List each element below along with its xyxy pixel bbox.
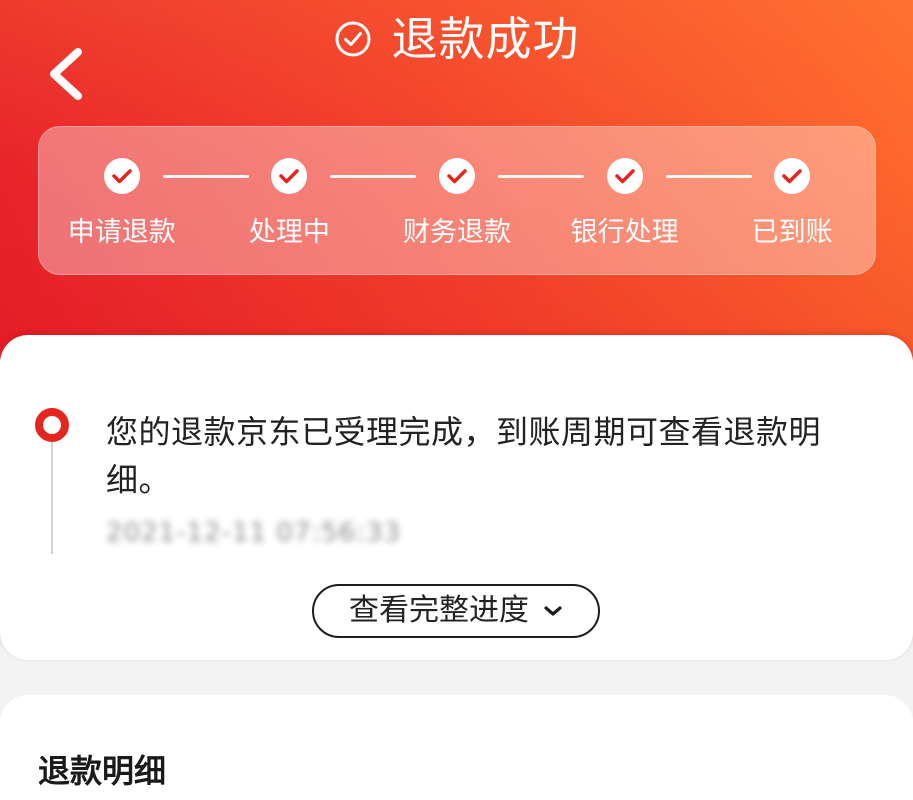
page-title-row: 退款成功: [0, 12, 913, 66]
progress-step-label: 银行处理: [570, 217, 679, 248]
refund-detail-title: 退款明细: [38, 752, 167, 790]
progress-step-finance-refund: 财务退款: [373, 126, 541, 275]
refund-status-card: 您的退款京东已受理完成，到账周期可查看退款明细。 2021-12-11 07:5…: [0, 335, 913, 660]
view-full-progress-label: 查看完整进度: [349, 593, 529, 628]
progress-step-apply: 申请退款: [38, 126, 206, 275]
view-full-progress-button[interactable]: 查看完整进度: [312, 584, 600, 638]
page-title: 退款成功: [391, 12, 580, 66]
progress-step-label: 已到账: [751, 217, 833, 248]
refund-success-page: 退款成功 申请退款 处理中 财务退款 银行处理 已到账 您的退款京东已受理完成，…: [0, 0, 913, 800]
timeline-dot-icon: [35, 408, 69, 442]
progress-step-credited: 已到账: [708, 126, 876, 275]
progress-step-label: 处理中: [248, 217, 330, 248]
check-icon: [270, 157, 308, 195]
check-circle-icon: [334, 20, 372, 58]
check-icon: [606, 157, 644, 195]
status-message: 您的退款京东已受理完成，到账周期可查看退款明细。: [106, 413, 822, 499]
status-timestamp: 2021-12-11 07:56:33: [106, 518, 402, 548]
progress-step-label: 财务退款: [402, 217, 511, 248]
timeline-line: [51, 442, 53, 554]
progress-step-label: 申请退款: [67, 217, 176, 248]
check-icon: [103, 157, 141, 195]
check-icon: [773, 157, 811, 195]
refund-progress-tracker: 申请退款 处理中 财务退款 银行处理 已到账: [38, 126, 876, 275]
progress-step-processing: 处理中: [206, 126, 374, 275]
progress-steps: 申请退款 处理中 财务退款 银行处理 已到账: [38, 126, 876, 275]
refund-detail-card: 退款明细: [0, 695, 913, 800]
progress-step-bank-processing: 银行处理: [541, 126, 709, 275]
chevron-down-icon: [543, 604, 563, 618]
hero-header: 退款成功 申请退款 处理中 财务退款 银行处理 已到账: [0, 0, 913, 360]
check-icon: [438, 157, 476, 195]
